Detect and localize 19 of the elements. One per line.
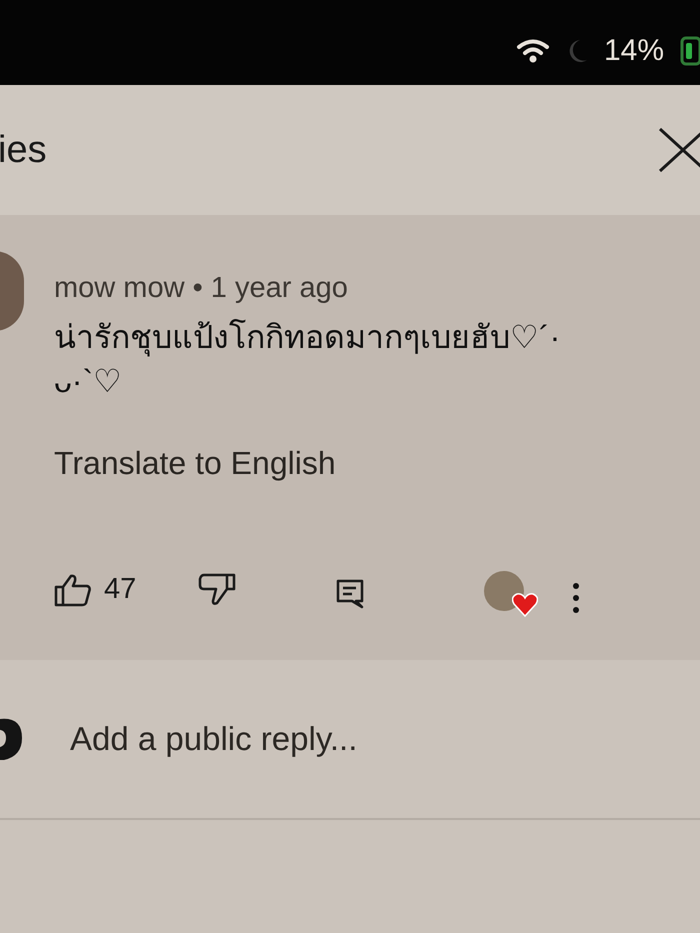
thumbs-down-icon <box>198 572 236 606</box>
more-options-button[interactable] <box>572 582 580 614</box>
more-vertical-icon <box>572 582 580 614</box>
comment-meta: mow mow • 1 year ago <box>54 271 349 306</box>
panel-title: ies <box>0 128 47 172</box>
battery-percentage: 14% <box>604 33 664 69</box>
dislike-button[interactable] <box>198 572 236 606</box>
close-button[interactable] <box>656 125 700 175</box>
creator-avatar-photo-placeholder <box>484 570 524 610</box>
close-icon <box>656 125 700 175</box>
comment-text: น่ารักชุบแป้งโกกิทอดมากๆเบยฮับ♡´· ᴗ·`♡ <box>54 318 560 400</box>
battery-icon <box>680 36 700 66</box>
translate-link[interactable]: Translate to English <box>54 438 560 486</box>
thumbs-up-icon <box>54 572 92 606</box>
like-button[interactable]: 47 <box>54 568 136 612</box>
reply-input-field[interactable]: Add a public reply... <box>70 714 676 764</box>
comment-icon <box>336 578 364 608</box>
wifi-icon <box>516 38 550 64</box>
reply-button[interactable] <box>336 578 364 608</box>
